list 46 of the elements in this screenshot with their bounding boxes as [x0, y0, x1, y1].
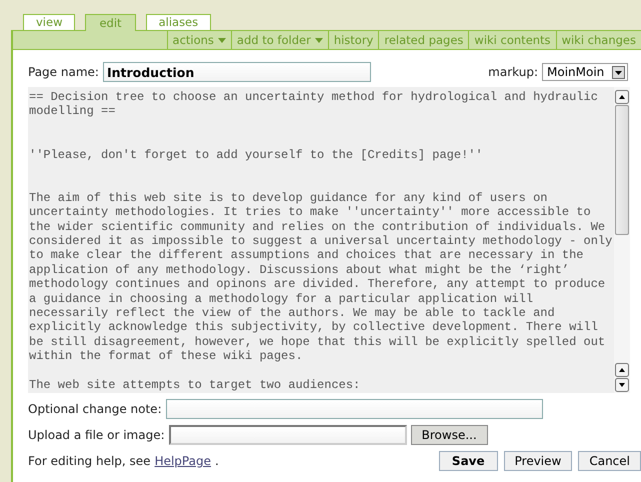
editor-text-line: necessarily reflect the view of the authors. We may be able to tackle and: [29, 306, 556, 320]
menu-item[interactable]: actions: [166, 31, 231, 49]
menu-item[interactable]: related pages: [378, 31, 468, 49]
menu-item[interactable]: wiki contents: [468, 31, 556, 49]
page-name-field[interactable]: Introduction: [102, 62, 371, 82]
editor-text-line: The web site attempts to target two audiences:: [29, 378, 362, 392]
editor-text-line: uncertainty methodologies. It tries to make ''uncertainty'' more accessible to: [29, 205, 592, 220]
menu-item[interactable]: history: [328, 31, 378, 49]
editor-text-line: ''Please, don't forget to add yourself to the [Credits] page!'': [29, 148, 484, 162]
field-label: Optional change note:: [28, 402, 162, 416]
field-label: Upload a file or image:: [28, 428, 165, 442]
menu-item[interactable]: add to folder: [230, 31, 328, 49]
tab[interactable]: view: [23, 14, 76, 30]
editor-text-line: application of any methodology. Discussions about what might be the ‘right’: [29, 262, 570, 278]
editor-text-line: methodology continues and opinons are divided. Therefore, any attempt to produce: [29, 277, 606, 292]
change-note-field[interactable]: [166, 399, 543, 419]
editor-text-line: == Decision tree to choose an uncertainty method for hydrological and hydraulic: [29, 90, 599, 104]
editor-text-line: a guidance in choosing a methodology for a particular application will: [29, 292, 534, 306]
editor-text-line: within the format of these wiki pages.: [29, 349, 304, 364]
help-link[interactable]: HelpPage: [154, 454, 211, 468]
editor-text-line: explicitly acknowledge this subjectivity, by collective development. There will: [29, 320, 599, 335]
editor-text-line: to make clear the different assumptions and choices that are necessary in the: [29, 248, 584, 263]
tab[interactable]: edit: [85, 14, 136, 31]
scroll-up-icon[interactable]: [615, 363, 629, 377]
field-label: Page name:: [28, 65, 99, 79]
editor-text-line: modelling ==: [29, 104, 116, 119]
editor-text-line: The aim of this web site is to develop guidance for any kind of users on: [29, 190, 548, 206]
field-label: markup:: [488, 65, 538, 79]
scroll-thumb[interactable]: [615, 105, 629, 235]
form-button[interactable]: Cancel: [578, 451, 641, 471]
form-button[interactable]: Save: [438, 451, 498, 471]
menu-item[interactable]: wiki changes: [556, 31, 641, 49]
tab[interactable]: aliases: [146, 14, 212, 30]
help-text: For editing help, see: [28, 454, 151, 468]
file-path-field[interactable]: [168, 425, 407, 445]
editor-text-line: considered it as impossible to suggest a universal uncertainty methodology - only: [29, 234, 614, 248]
period-text: .: [214, 454, 219, 468]
scroll-down-icon[interactable]: [615, 378, 629, 392]
scrollbar[interactable]: [614, 87, 630, 393]
editor-text-line: the wider scientific community and relies on the contribution of individuals. We: [29, 220, 606, 234]
scroll-up-icon[interactable]: [615, 90, 629, 104]
browse-button[interactable]: Browse...: [410, 425, 488, 445]
editor-text-line: be still disagreement, however, we hope that this will be explicitly spelled out: [29, 334, 606, 350]
text-editor[interactable]: [28, 87, 630, 393]
markup-dropdown[interactable]: MoinMoin: [542, 63, 628, 81]
form-button[interactable]: Preview: [504, 451, 572, 471]
